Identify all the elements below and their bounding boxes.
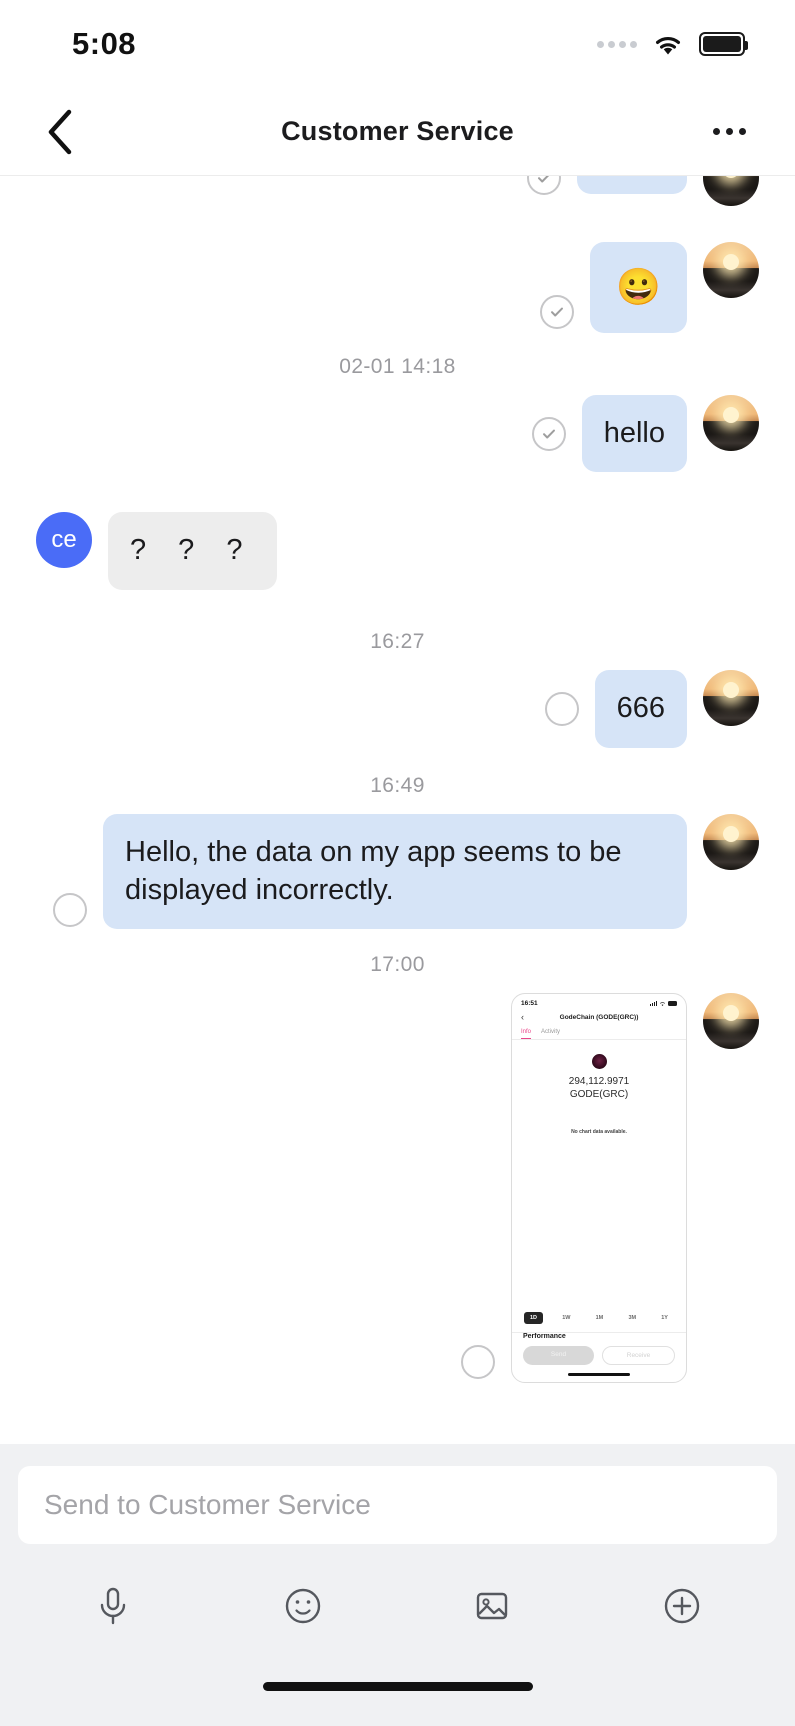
image-icon [477, 1592, 508, 1620]
send-button[interactable]: Send [523, 1346, 594, 1366]
avatar[interactable] [703, 993, 759, 1050]
message-row[interactable]: 😀 [0, 242, 795, 333]
status-pending-icon [544, 692, 579, 727]
attached-screenshot[interactable]: 16:51 ‹ GodeChain (GODE(GRC)) Info Activ… [511, 993, 687, 1384]
sunset-avatar [703, 993, 759, 1050]
chart-empty-message: No chart data available. [571, 1129, 627, 1136]
battery-full-icon [699, 32, 748, 56]
chat-message-list[interactable]: 😀 02-01 14:18 hello ce ? ? ? 16:27 666 1 [0, 176, 795, 1444]
gode-token-icon [591, 1054, 607, 1070]
message-input-wrapper[interactable] [18, 1466, 777, 1544]
ellipsis-icon [710, 128, 749, 135]
embedded-tabs: Info Activity [512, 1027, 686, 1040]
message-timestamp: 16:49 [370, 773, 425, 797]
status-delivered-icon [527, 176, 561, 195]
status-delivered-icon [531, 416, 566, 451]
timeframe-1w[interactable]: 1W [556, 1312, 576, 1324]
wifi-icon [659, 1001, 666, 1006]
timeframe-1d[interactable]: 1D [524, 1312, 544, 1325]
embedded-status-bar: 16:51 [512, 994, 686, 1009]
timeframe-3m[interactable]: 3M [622, 1312, 642, 1324]
message-timestamp: 02-01 14:18 [339, 354, 456, 378]
status-pending-icon [53, 893, 87, 928]
embedded-nav-bar: ‹ GodeChain (GODE(GRC)) [512, 1009, 686, 1027]
sunset-avatar [703, 242, 759, 298]
message-row[interactable]: hello [0, 394, 795, 473]
message-bubble[interactable]: hello [581, 394, 687, 473]
embedded-action-buttons: Send Receive [512, 1340, 686, 1370]
sunset-avatar [703, 813, 759, 870]
message-bubble[interactable]: 666 [594, 670, 687, 748]
avatar[interactable] [703, 813, 759, 870]
embedded-page-title: GodeChain (GODE(GRC)) [559, 1014, 639, 1022]
phone-screen: 5:08 Customer Service 😀 02-01 14:18 hell… [0, 0, 795, 1726]
message-row[interactable]: ce ? ? ? [0, 512, 795, 591]
message-bubble[interactable]: Hello, the data on my app seems to be di… [103, 813, 687, 930]
timeframe-1y[interactable]: 1Y [655, 1312, 674, 1324]
tab-info[interactable]: Info [521, 1029, 532, 1040]
status-bar-time: 5:08 [72, 26, 137, 61]
timeframe-1m[interactable]: 1M [590, 1312, 610, 1324]
avatar[interactable] [703, 670, 759, 727]
more-options-button[interactable] [703, 106, 755, 158]
photo-button[interactable] [461, 1575, 523, 1637]
chevron-left-icon [48, 109, 72, 154]
avatar[interactable]: ce [36, 512, 92, 569]
status-pending-icon [461, 1345, 495, 1380]
sunset-avatar [703, 394, 759, 451]
balance-symbol: GODE(GRC) [569, 1088, 629, 1100]
signal-dots-icon [597, 40, 637, 48]
message-composer [0, 1444, 795, 1668]
plus-icon [664, 1588, 700, 1624]
status-delivered-icon [540, 294, 575, 329]
message-timestamp: 17:00 [370, 953, 425, 977]
embedded-content: 294,112.9971 GODE(GRC) No chart data ava… [512, 1040, 686, 1332]
embedded-home-indicator [568, 1373, 630, 1377]
message-row[interactable]: 666 [0, 670, 795, 748]
sunset-avatar [703, 176, 759, 206]
page-title: Customer Service [281, 116, 514, 146]
composer-toolbar [18, 1544, 777, 1668]
signal-bars-icon [649, 1001, 657, 1007]
embedded-status-indicators [649, 1001, 677, 1007]
emoji-icon [285, 1588, 320, 1624]
embedded-status-time: 16:51 [521, 1000, 538, 1008]
receive-button[interactable]: Receive [602, 1346, 675, 1366]
home-indicator-area [0, 1668, 795, 1726]
avatar[interactable] [703, 176, 759, 206]
message-row[interactable]: 16:51 ‹ GodeChain (GODE(GRC)) Info Activ… [0, 993, 795, 1384]
message-bubble[interactable]: ? ? ? [108, 512, 277, 591]
message-input[interactable] [44, 1489, 751, 1521]
emoji-button[interactable] [272, 1575, 334, 1637]
message-row[interactable]: Hello, the data on my app seems to be di… [0, 813, 795, 930]
sunset-avatar [703, 670, 759, 727]
wifi-icon [651, 31, 685, 57]
timeframe-selector: 1D 1W 1M 3M 1Y [512, 1312, 686, 1325]
message-timestamp: 16:27 [370, 630, 425, 654]
nav-bar: Customer Service [0, 88, 795, 176]
avatar[interactable] [703, 242, 759, 298]
battery-icon [668, 1001, 677, 1007]
home-indicator [262, 1682, 533, 1691]
balance-amount: 294,112.9971 [568, 1076, 630, 1088]
message-row[interactable] [0, 176, 795, 206]
microphone-icon [100, 1587, 126, 1625]
message-bubble[interactable]: 😀 [590, 242, 687, 333]
tab-activity[interactable]: Activity [541, 1029, 560, 1039]
status-bar: 5:08 [0, 0, 795, 88]
avatar-initials: ce [36, 512, 92, 569]
avatar[interactable] [703, 394, 759, 451]
voice-button[interactable] [82, 1575, 144, 1637]
performance-label: Performance [523, 1333, 566, 1341]
message-bubble[interactable] [577, 176, 687, 194]
back-button[interactable] [34, 106, 86, 158]
status-bar-indicators [597, 31, 748, 57]
more-button[interactable] [651, 1575, 713, 1637]
